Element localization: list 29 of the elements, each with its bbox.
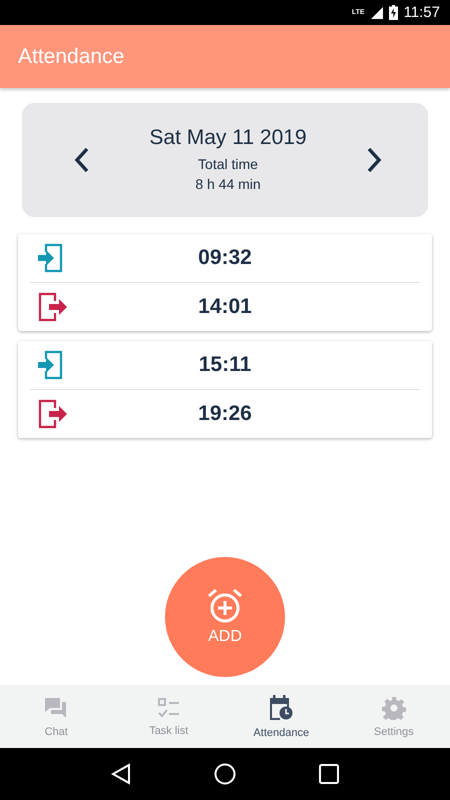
alarm-add-icon bbox=[206, 588, 244, 624]
time-entry[interactable]: 19:26 bbox=[90, 402, 360, 426]
clock-time: 11:57 bbox=[404, 4, 440, 21]
battery-charging-icon bbox=[388, 5, 398, 20]
home-icon bbox=[214, 763, 236, 785]
time-entry[interactable]: 14:01 bbox=[90, 295, 360, 319]
app-bar-title: Attendance bbox=[18, 44, 124, 68]
back-icon bbox=[111, 763, 132, 785]
back-button[interactable] bbox=[111, 763, 132, 785]
total-time-value: 8 h 44 min bbox=[195, 175, 261, 194]
sign-in-icon bbox=[38, 243, 64, 273]
signal-icon bbox=[370, 6, 383, 18]
checklist-icon bbox=[156, 696, 181, 718]
home-button[interactable] bbox=[214, 763, 236, 785]
date-label: Sat May 11 2019 bbox=[149, 126, 307, 150]
calendar-clock-icon bbox=[269, 694, 294, 720]
chevron-right-icon bbox=[366, 147, 382, 173]
chat-bubbles-icon bbox=[44, 696, 68, 720]
settings-icon bbox=[382, 696, 406, 720]
sign-out-icon bbox=[38, 399, 68, 429]
chevron-left-icon bbox=[74, 147, 90, 173]
time-entry[interactable]: 15:11 bbox=[90, 353, 360, 377]
time-entry[interactable]: 09:32 bbox=[90, 246, 360, 270]
total-time-label: Total time bbox=[198, 155, 258, 174]
nav-tab[interactable]: Attendance bbox=[225, 685, 338, 748]
recents-icon bbox=[318, 764, 339, 784]
sign-in-icon bbox=[38, 350, 64, 380]
sign-out-icon bbox=[38, 292, 68, 322]
recents-button[interactable] bbox=[318, 764, 339, 784]
